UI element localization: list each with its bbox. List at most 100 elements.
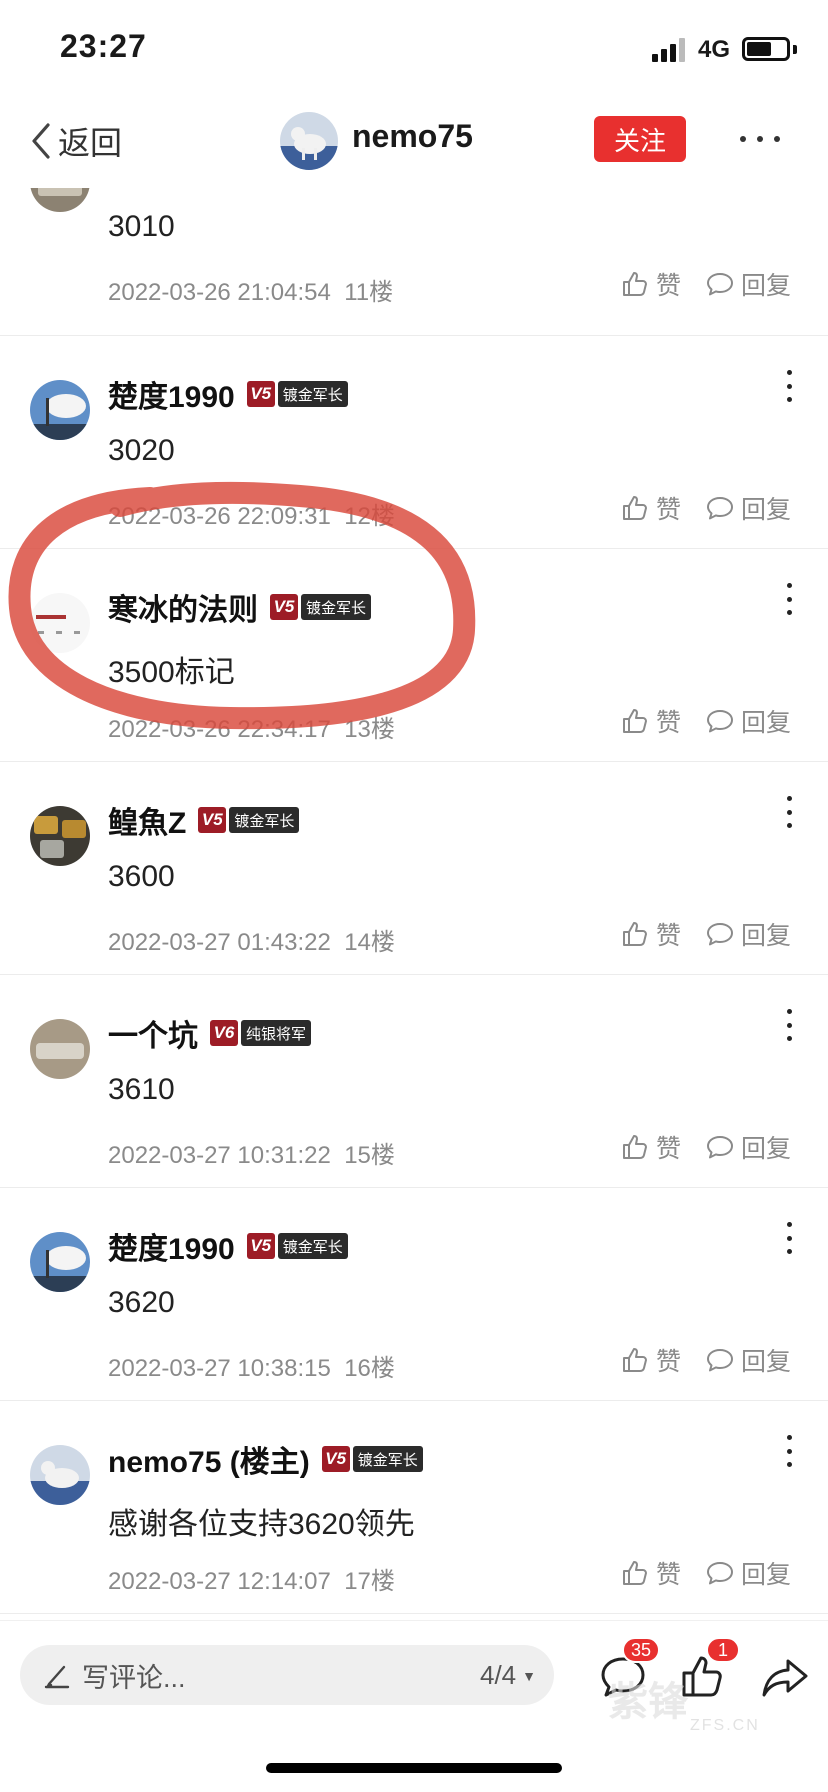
pencil-icon [44, 1665, 70, 1689]
comment-item: 楚度1990 V5 镀金军长 3620 2022-03-27 10:38:15 … [0, 1188, 828, 1401]
like-button[interactable]: 赞 [656, 490, 681, 526]
thumbs-up-icon[interactable] [620, 269, 650, 299]
reply-bubble-icon[interactable] [705, 1132, 735, 1162]
comment-username[interactable]: 鳇魚Z V5 镀金军长 [108, 798, 300, 842]
follow-button[interactable]: 关注 [594, 116, 686, 162]
user-avatar[interactable] [30, 1445, 90, 1505]
rank-badge: 镀金军长 [277, 381, 348, 407]
comment-actions: 赞 回复 [620, 703, 791, 739]
level-badge: V5 [246, 381, 275, 407]
comment-content: 感谢各位支持3620领先 [108, 1508, 415, 1541]
battery-tip [793, 45, 797, 54]
level-badge: V6 [210, 1020, 238, 1046]
reply-button[interactable]: 回复 [741, 916, 791, 952]
user-avatar[interactable] [30, 806, 90, 866]
comment-content: 3610 [108, 1073, 175, 1106]
watermark-sub: ZFS.CN [690, 1717, 760, 1734]
thumbs-up-icon[interactable] [620, 1345, 650, 1375]
page-indicator[interactable]: 4/4 ▼ [480, 1660, 536, 1691]
level-badge: V5 [246, 1233, 275, 1259]
level-badge: V5 [321, 1446, 350, 1472]
comment-item: 一个坑 V6 纯银将军 3610 2022-03-27 10:31:22 15楼… [0, 975, 828, 1188]
rank-badge: 镀金军长 [277, 1233, 348, 1259]
nav-bar: 返回 nemo75 关注 [0, 96, 828, 188]
reply-bubble-icon[interactable] [705, 919, 735, 949]
user-avatar[interactable] [30, 1232, 90, 1292]
reply-bubble-icon[interactable] [705, 706, 735, 736]
comment-more-icon[interactable] [784, 583, 794, 615]
user-avatar[interactable] [30, 1019, 90, 1079]
comment-username[interactable]: nemo75 (楼主) V5 镀金军长 [108, 1437, 423, 1481]
reply-bubble-icon[interactable] [705, 1558, 735, 1588]
comment-floor: 16楼 [344, 1355, 395, 1382]
username-text: 寒冰的法则 [108, 594, 258, 627]
comment-timestamp: 2022-03-27 10:38:15 [108, 1355, 331, 1382]
comment-list: 3010 2022-03-26 21:04:54 11楼 赞 回复 楚度1990… [0, 188, 828, 1620]
reply-bubble-icon[interactable] [705, 1345, 735, 1375]
like-button[interactable]: 赞 [656, 703, 681, 739]
user-avatar[interactable] [30, 188, 90, 212]
comment-username[interactable]: 楚度1990 V5 镀金军长 [108, 372, 348, 416]
network-label: 4G [698, 36, 731, 63]
back-button[interactable]: 返回 [28, 116, 122, 166]
back-label: 返回 [58, 125, 123, 161]
like-button[interactable]: 赞 [656, 266, 681, 302]
username-text: 一个坑 [108, 1020, 198, 1053]
user-avatar[interactable] [30, 380, 90, 440]
thumbs-up-icon[interactable] [620, 706, 650, 736]
comment-meta: 2022-03-27 12:14:07 17楼 [108, 1561, 395, 1596]
comment-actions: 赞 回复 [620, 490, 791, 526]
reply-bubble-icon[interactable] [705, 269, 735, 299]
home-indicator[interactable] [266, 1763, 562, 1773]
comment-username[interactable]: 一个坑 V6 纯银将军 [108, 1011, 312, 1055]
reply-button[interactable]: 回复 [741, 1342, 791, 1378]
comment-more-icon[interactable] [784, 370, 794, 402]
back-chevron-icon [32, 123, 50, 159]
page-indicator-text: 4/4 [479, 1660, 517, 1690]
comment-actions: 赞 回复 [620, 1555, 791, 1591]
comment-more-icon[interactable] [784, 796, 794, 828]
thumbs-up-icon[interactable] [620, 1132, 650, 1162]
comment-input-placeholder: 写评论... [82, 1662, 186, 1693]
thumbs-up-icon[interactable] [620, 1558, 650, 1588]
share-icon[interactable] [760, 1651, 810, 1701]
reply-button[interactable]: 回复 [741, 703, 791, 739]
status-bar: 23:27 4G [0, 0, 828, 96]
user-avatar[interactable] [30, 593, 90, 653]
comment-input[interactable]: 写评论... 4/4 ▼ [20, 1645, 554, 1705]
bottom-bar: 写评论... 4/4 ▼ 35 1 紫锋 ZFS.CN [0, 1620, 828, 1792]
like-button[interactable]: 赞 [656, 1129, 681, 1165]
comment-floor: 11楼 [344, 279, 394, 306]
like-button[interactable]: 赞 [656, 1342, 681, 1378]
username-text: 鳇魚Z [108, 807, 187, 840]
comment-item: 寒冰的法则 V5 镀金军长 3500标记 2022-03-26 22:34:17… [0, 549, 828, 762]
author-avatar[interactable] [280, 112, 338, 170]
nav-title: nemo75 [352, 118, 473, 154]
comment-username[interactable]: 楚度1990 V5 镀金军长 [108, 1224, 348, 1268]
reply-button[interactable]: 回复 [741, 266, 791, 302]
thumbs-up-icon[interactable] [620, 493, 650, 523]
comment-floor: 17楼 [344, 1568, 395, 1595]
reply-button[interactable]: 回复 [741, 1129, 791, 1165]
reply-button[interactable]: 回复 [741, 1555, 791, 1591]
more-icon[interactable] [740, 124, 780, 154]
comment-timestamp: 2022-03-27 10:31:22 [108, 1142, 331, 1169]
comment-more-icon[interactable] [784, 1009, 794, 1041]
comment-more-icon[interactable] [784, 1435, 794, 1467]
reply-bubble-icon[interactable] [705, 493, 735, 523]
comment-content: 3500标记 [108, 656, 235, 689]
reply-button[interactable]: 回复 [741, 490, 791, 526]
comment-actions: 赞 回复 [620, 1129, 791, 1165]
username-text: 楚度1990 [108, 1233, 235, 1266]
comment-actions: 赞 回复 [620, 916, 791, 952]
comment-username[interactable]: 寒冰的法则 V5 镀金军长 [108, 585, 372, 629]
comment-meta: 2022-03-26 22:34:17 13楼 [108, 709, 395, 744]
comment-more-icon[interactable] [784, 1222, 794, 1254]
comment-floor: 12楼 [344, 503, 395, 530]
thumbs-up-icon[interactable] [620, 919, 650, 949]
like-button[interactable]: 赞 [656, 1555, 681, 1591]
comment-item: 3010 2022-03-26 21:04:54 11楼 赞 回复 [0, 188, 828, 336]
like-button[interactable]: 赞 [656, 916, 681, 952]
comment-timestamp: 2022-03-26 22:34:17 [108, 716, 331, 743]
comment-item: 鳇魚Z V5 镀金军长 3600 2022-03-27 01:43:22 14楼… [0, 762, 828, 975]
